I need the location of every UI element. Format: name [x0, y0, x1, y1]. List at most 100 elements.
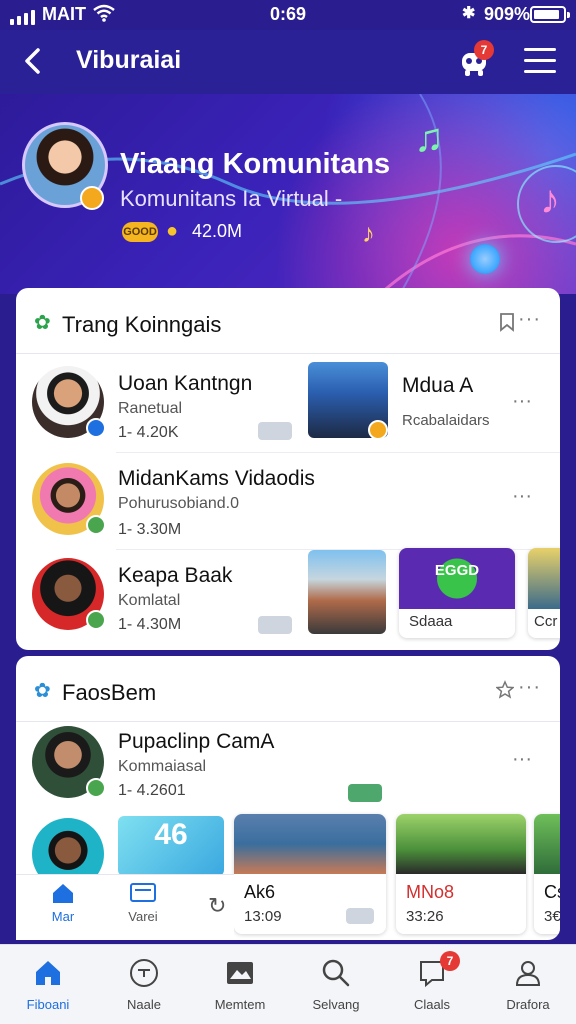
home-icon	[36, 961, 60, 985]
leaf-icon: ✿	[34, 680, 51, 702]
thumbnail-card[interactable]: Ccr	[528, 548, 560, 638]
bottom-nav-label: Naale	[127, 997, 161, 1012]
tier-badge: GOOD	[122, 222, 158, 242]
community-stat: 42.0M	[192, 221, 243, 241]
list-item[interactable]: Pupaclinp CamA Kommaiasal 1- 4.2601 ···	[16, 722, 560, 814]
item-count: 1- 4.30M	[118, 616, 182, 633]
inner-tab-home[interactable]: Mar	[28, 881, 98, 924]
thumbnail-label: Sdaaa	[409, 613, 453, 630]
back-arrow-icon[interactable]	[20, 46, 46, 76]
section-header: ✿ FaosBem ···	[16, 656, 560, 722]
video-title: Cs	[544, 882, 560, 902]
badge-icon	[86, 778, 106, 798]
list-item[interactable]: Keapa Baak Komlatal 1- 4.30M EGGD Sdaaa …	[16, 548, 560, 650]
bottom-nav-search[interactable]: Selvang	[288, 957, 384, 1012]
video-card[interactable]: MNo8 33:26	[396, 814, 526, 934]
leaf-icon: ✿	[34, 312, 51, 334]
side-item-subtitle: Rcabalaidars	[402, 412, 490, 429]
bottom-nav-face[interactable]: Naale	[96, 957, 192, 1012]
bottom-nav-label: Selvang	[312, 997, 360, 1012]
notification-badge: 7	[440, 951, 460, 971]
more-options-icon[interactable]: ···	[512, 748, 532, 771]
chat-icon[interactable]	[258, 422, 292, 440]
hamburger-menu-icon[interactable]	[524, 48, 556, 76]
badge-icon	[86, 610, 106, 630]
home-icon	[53, 884, 73, 903]
video-thumbnail[interactable]: 46	[118, 816, 224, 876]
community-hero: Viaang Komunitans Komunitans Ia Virtual …	[0, 94, 576, 294]
inner-tab-label: Mar	[51, 909, 75, 924]
inner-tab-label: Varei	[128, 909, 158, 924]
nav-bar: Viburaiai 7	[0, 30, 576, 94]
section-header: ✿ Trang Koinngais ···	[16, 288, 560, 354]
star-icon[interactable]	[496, 680, 514, 700]
trending-section: ✿ Trang Koinngais ··· Uoan Kantngn Ranet…	[16, 288, 560, 650]
profile-icon	[515, 961, 541, 986]
video-thumbnail[interactable]	[308, 550, 386, 634]
face-icon	[130, 959, 158, 987]
item-count: 1- 4.2601	[118, 782, 186, 799]
item-name: MidanKams Vidaodis	[118, 467, 315, 490]
status-bar: MAIT 0:69 ✱ 909%	[0, 0, 576, 30]
item-name: Pupaclinp CamA	[118, 730, 275, 753]
music-note-icon: ♫	[414, 116, 444, 160]
bottom-nav-home[interactable]: Fiboani	[0, 957, 96, 1012]
notification-badge: 7	[474, 40, 494, 60]
bottom-nav-label: Fiboani	[26, 997, 70, 1012]
more-options-icon[interactable]: ···	[512, 485, 532, 508]
battery-percent: 909%	[484, 4, 531, 24]
thumbnail-card[interactable]: EGGD Sdaaa	[399, 548, 515, 638]
item-count: 1- 4.20K	[118, 424, 179, 441]
tv-icon	[130, 883, 156, 902]
thumbnail-image: EGGD	[399, 548, 515, 610]
thumbnail-label: Ccr	[534, 613, 558, 630]
bottom-nav-label: Drafora	[506, 997, 550, 1012]
video-time: 13:09	[244, 908, 282, 925]
list-item[interactable]: Uoan Kantngn Ranetual 1- 4.20K Mdua A Rc…	[16, 354, 560, 452]
inner-tab-videos[interactable]: Varei	[108, 881, 178, 924]
item-subtitle: Ranetual	[118, 400, 183, 417]
search-icon	[322, 959, 350, 987]
more-options-icon[interactable]: ···	[512, 390, 532, 413]
microphone-icon	[470, 244, 500, 274]
bottom-nav-label: Claals	[413, 997, 451, 1012]
tile-number: 46	[154, 818, 188, 851]
section-title: Trang Koinngais	[62, 312, 222, 337]
video-time: 3€	[544, 908, 560, 925]
thumbnail-image	[534, 814, 560, 874]
list-item[interactable]: MidanKams Vidaodis Pohurusobiand.0 1- 3.…	[16, 453, 560, 549]
video-card[interactable]: Cs 3€	[534, 814, 560, 934]
video-card[interactable]: Ak6 13:09	[234, 814, 386, 934]
inner-tab-bar: Mar Varei ↻	[16, 874, 234, 940]
thumbnail-image	[234, 814, 386, 874]
item-subtitle: Pohurusobiand.0	[118, 495, 239, 512]
item-name: Keapa Baak	[118, 564, 233, 587]
chat-icon[interactable]	[348, 784, 382, 802]
more-options-icon[interactable]: ···	[518, 308, 541, 331]
more-options-icon[interactable]: ···	[518, 676, 541, 699]
video-title: MNo8	[406, 882, 455, 902]
music-note-icon: ♪	[540, 178, 560, 222]
page-title: Viburaiai	[76, 46, 182, 74]
verified-badge-icon	[80, 186, 104, 210]
bottom-nav-profile[interactable]: Drafora	[480, 957, 576, 1012]
community-subtitle: Komunitans Ia Virtual -	[120, 186, 343, 211]
item-subtitle: Kommaiasal	[118, 758, 207, 775]
badge-icon	[86, 418, 106, 438]
bottom-nav-label: Memtem	[214, 997, 266, 1012]
thumbnail-image	[528, 548, 560, 610]
bottom-nav-chat[interactable]: Claals 7	[384, 951, 480, 1012]
video-title: Ak6	[244, 882, 276, 902]
loading-icon: ↻	[208, 893, 227, 918]
bluetooth-icon: ✱	[462, 5, 476, 22]
news-icon	[227, 962, 253, 984]
bookmark-icon[interactable]	[498, 312, 516, 332]
battery-icon	[530, 6, 570, 23]
bottom-nav-news[interactable]: Memtem	[192, 957, 288, 1012]
banner-text: EGGD	[434, 562, 480, 579]
community-name: Viaang Komunitans	[120, 148, 391, 180]
chat-icon[interactable]	[346, 908, 374, 924]
item-subtitle: Komlatal	[118, 592, 181, 609]
bottom-nav: Fiboani Naale Memtem Selvang Claals 7 Dr…	[0, 944, 576, 1024]
chat-icon[interactable]	[258, 616, 292, 634]
